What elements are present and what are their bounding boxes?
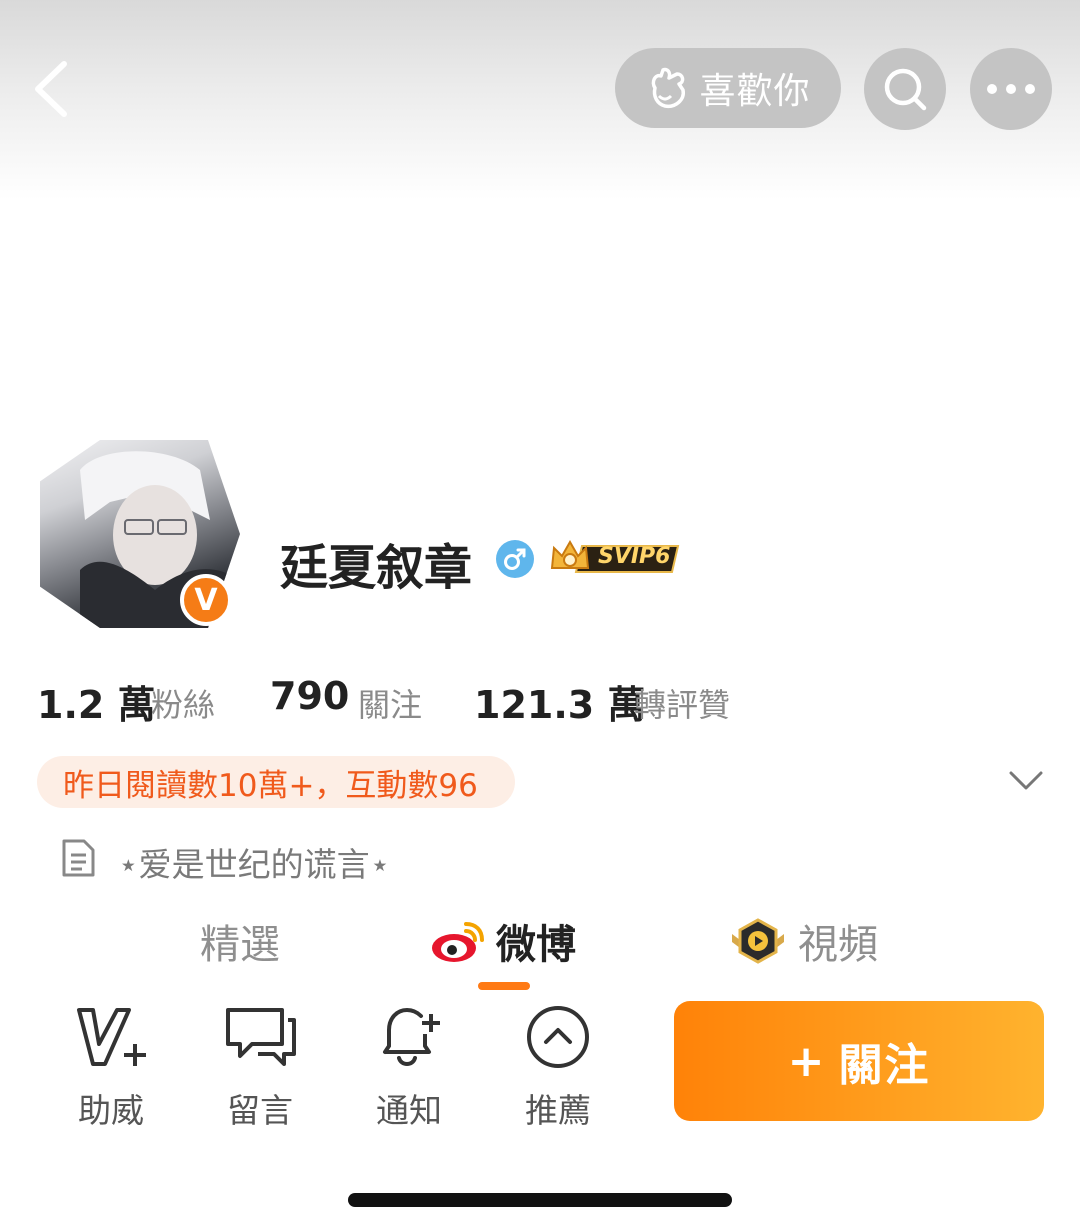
recommend-label: 推薦: [525, 1091, 591, 1130]
svip-badge[interactable]: SVIP6: [550, 538, 684, 578]
v-plus-icon: [77, 1008, 146, 1066]
notify-button[interactable]: 通知: [364, 1004, 454, 1132]
tab-featured-label: 精選: [200, 922, 280, 968]
verified-badge: V: [180, 574, 232, 626]
expand-button[interactable]: [1008, 768, 1044, 794]
document-icon: [60, 838, 96, 878]
tab-weibo[interactable]: 微博: [430, 912, 576, 970]
search-button[interactable]: [864, 48, 946, 130]
search-icon: [884, 68, 927, 111]
profile-name: 廷夏叙章: [280, 540, 473, 596]
tab-featured[interactable]: 精選: [200, 912, 280, 970]
back-button[interactable]: [30, 58, 80, 120]
bell-plus-icon: [383, 1007, 440, 1066]
reading-summary-pill[interactable]: 昨日閱讀數10萬+，互動數96: [37, 756, 515, 808]
plus-icon: +: [787, 1035, 827, 1087]
active-tab-indicator: [478, 982, 530, 990]
tab-weibo-label: 微博: [496, 922, 576, 968]
engagement-label[interactable]: 轉評贊: [634, 680, 730, 726]
more-button[interactable]: [970, 48, 1052, 130]
chevron-up-circle-icon: [527, 1006, 589, 1068]
message-button[interactable]: 留言: [215, 1004, 305, 1132]
following-label[interactable]: 關注: [358, 680, 422, 726]
bio-text: ⋆爱是世纪的谎言⋆: [118, 845, 391, 884]
svip-label: SVIP6: [598, 544, 671, 569]
following-count[interactable]: 790: [270, 674, 349, 718]
chevron-left-icon: [35, 61, 67, 117]
recommend-button[interactable]: 推薦: [513, 1004, 603, 1132]
chevron-down-icon: [1009, 771, 1043, 790]
tab-video[interactable]: 視頻: [730, 912, 878, 970]
home-indicator[interactable]: [348, 1193, 732, 1207]
followers-count[interactable]: 1.2 萬: [37, 674, 156, 729]
followers-label[interactable]: 粉絲: [151, 680, 215, 726]
engagement-count[interactable]: 121.3 萬: [474, 674, 645, 729]
hand-heart-icon: [652, 67, 686, 109]
weibo-logo-icon: [432, 922, 484, 962]
reading-summary-text: 昨日閱讀數10萬+，互動數96: [63, 767, 478, 804]
like-you-label: 喜歡你: [699, 71, 811, 112]
male-icon: [496, 540, 534, 578]
video-badge-icon: [732, 918, 784, 964]
follow-button[interactable]: + 關注: [674, 1001, 1044, 1121]
notify-label: 通知: [376, 1091, 442, 1130]
like-you-button[interactable]: 喜歡你: [615, 48, 841, 128]
tab-video-label: 視頻: [798, 922, 878, 968]
follow-label: 關注: [838, 1040, 931, 1091]
cheer-button[interactable]: 助威: [66, 1004, 156, 1132]
cheer-label: 助威: [78, 1091, 144, 1130]
chat-bubbles-icon: [226, 1008, 296, 1066]
message-label: 留言: [227, 1091, 293, 1130]
more-dots-icon: [987, 84, 1035, 94]
